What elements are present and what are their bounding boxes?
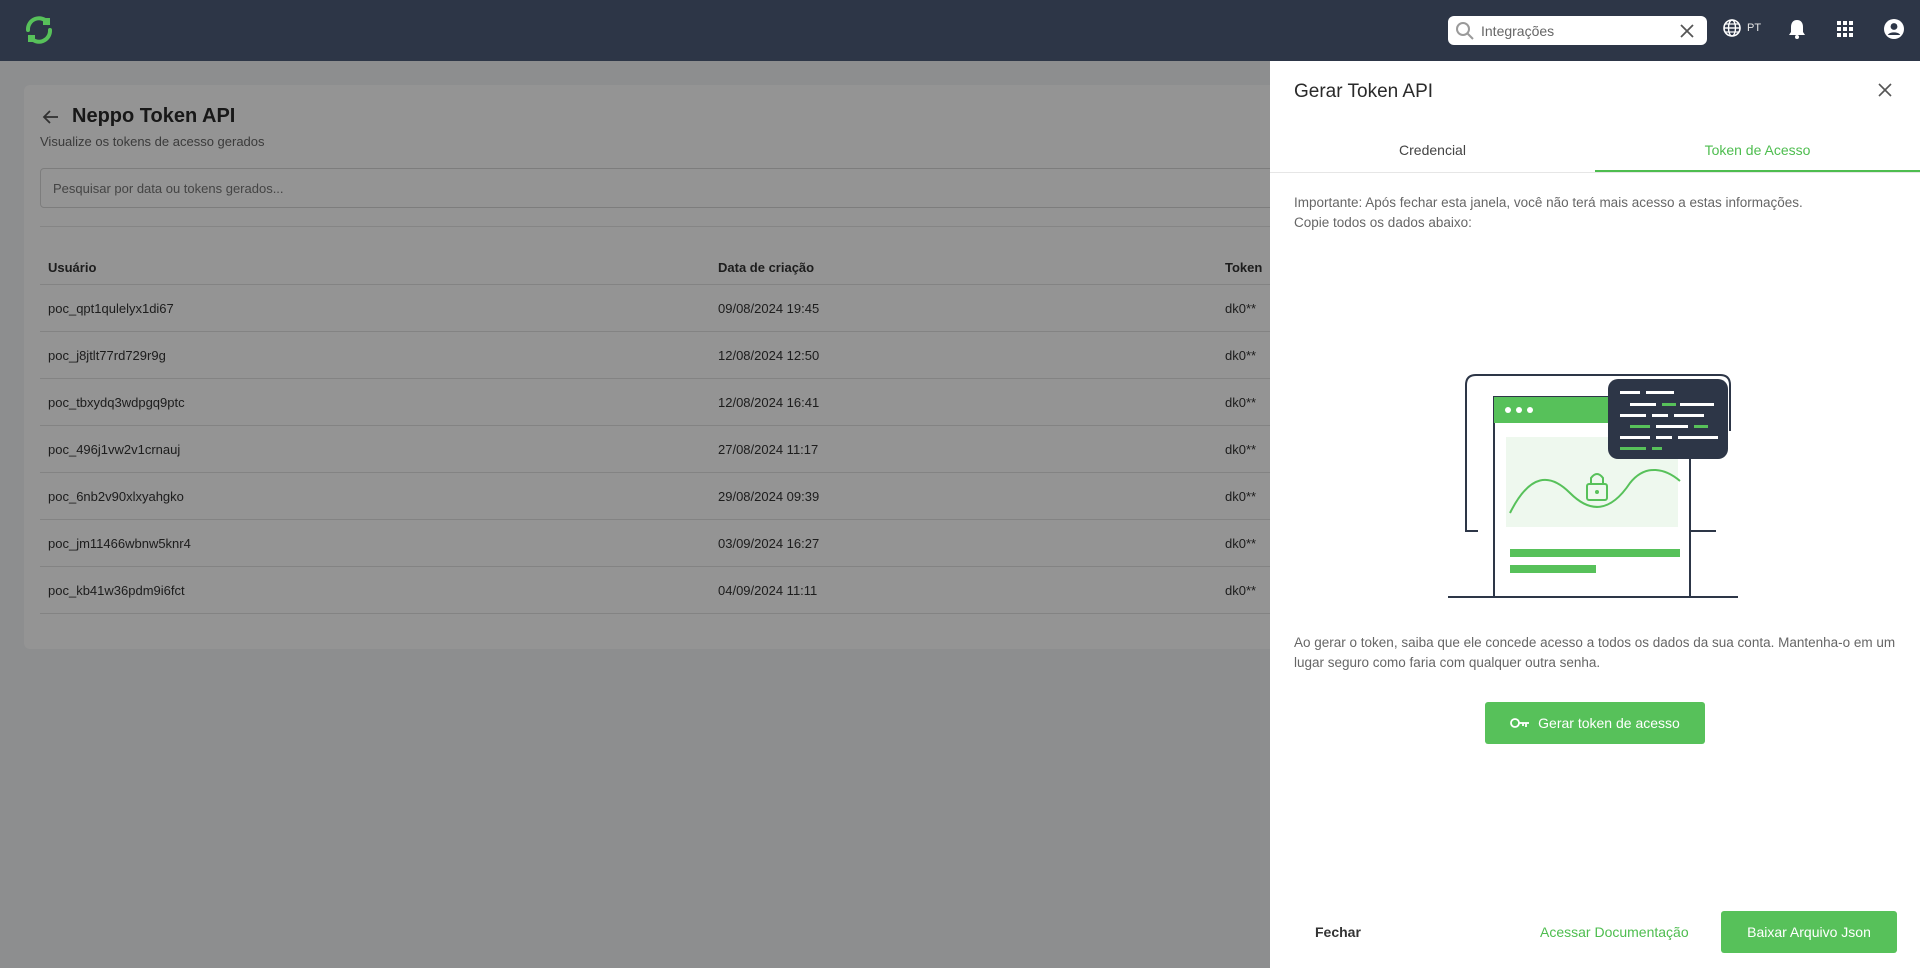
- language-selector[interactable]: PT: [1722, 18, 1761, 38]
- drawer-tabs: Credencial Token de Acesso: [1270, 131, 1920, 173]
- documentation-link[interactable]: Acessar Documentação: [1540, 911, 1689, 953]
- generate-token-label: Gerar token de acesso: [1538, 715, 1680, 731]
- important-notice: Importante: Após fechar esta janela, voc…: [1294, 193, 1904, 233]
- notice-line: Importante: Após fechar esta janela, voc…: [1294, 195, 1803, 210]
- logo-icon[interactable]: [22, 13, 56, 47]
- notice-line: Copie todos os dados abaixo:: [1294, 215, 1472, 230]
- top-bar: PT: [0, 0, 1920, 61]
- bell-icon[interactable]: [1786, 18, 1808, 40]
- generate-token-drawer: Gerar Token API Credencial Token de Aces…: [1270, 61, 1920, 968]
- language-code: PT: [1747, 22, 1762, 34]
- apps-grid-icon[interactable]: [1834, 18, 1856, 40]
- tab-token-de-acesso[interactable]: Token de Acesso: [1595, 131, 1920, 172]
- token-illustration: [1448, 374, 1738, 598]
- globe-icon: [1723, 19, 1741, 37]
- global-search[interactable]: [1448, 16, 1707, 45]
- search-icon: [1456, 21, 1474, 40]
- generate-token-button[interactable]: Gerar token de acesso: [1485, 702, 1705, 744]
- global-search-input[interactable]: [1481, 22, 1679, 39]
- account-icon[interactable]: [1883, 18, 1905, 40]
- download-json-button[interactable]: Baixar Arquivo Json: [1721, 911, 1897, 953]
- drawer-title: Gerar Token API: [1294, 81, 1434, 102]
- close-icon[interactable]: [1874, 79, 1896, 101]
- clear-icon[interactable]: [1679, 23, 1695, 39]
- tab-credencial[interactable]: Credencial: [1270, 131, 1595, 172]
- close-button[interactable]: Fechar: [1315, 911, 1361, 953]
- security-warning: Ao gerar o token, saiba que ele concede …: [1294, 635, 1896, 670]
- key-icon: [1510, 718, 1530, 728]
